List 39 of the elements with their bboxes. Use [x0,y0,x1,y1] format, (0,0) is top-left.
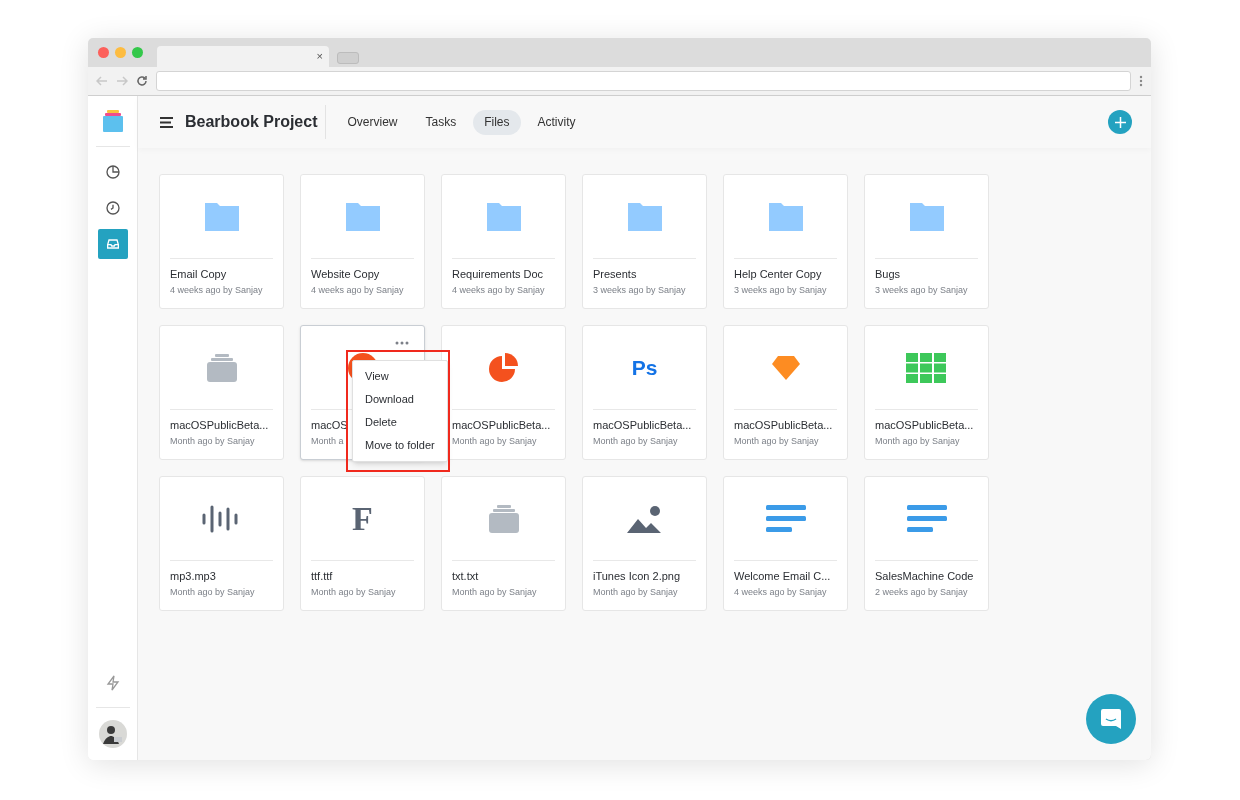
file-name: macOSPublicBeta... [452,418,551,432]
file-name: ttf.ttf [311,569,333,583]
file-name: macOSPublicBeta... [875,418,974,432]
project-title: Bearbook Project [185,112,318,132]
file-name: macOSPublicBeta... [170,418,269,432]
file-name: macOS [311,418,348,432]
photoshop-logo: Ps [631,357,658,378]
file-meta: Month ago by Sanjay [452,435,537,448]
file-meta: Month ago by Sanjay [734,435,819,448]
file-name: Presents [593,267,637,281]
file-name: txt.txt [452,569,479,583]
file-name: SalesMachine Code [875,569,974,583]
file-meta: Month a [311,435,344,448]
file-name: mp3.mp3 [170,569,216,583]
file-meta: 4 weeks ago by Sanjay [734,586,827,599]
file-meta: Month ago by Sanjay [593,586,678,599]
file-name: Requirements Doc [452,267,544,281]
file-meta: Month ago by Sanjay [170,586,255,599]
file-meta: Month ago by Sanjay [170,435,255,448]
file-meta: 2 weeks ago by Sanjay [875,586,968,599]
file-name: macOSPublicBeta... [734,418,833,432]
file-meta: 4 weeks ago by Sanjay [170,284,263,297]
file-name: Help Center Copy [734,267,822,281]
file-name: Email Copy [170,267,227,281]
file-meta: 3 weeks ago by Sanjay [875,284,968,297]
file-name: iTunes Icon 2.png [593,569,681,583]
file-name: Website Copy [311,267,380,281]
file-meta: 3 weeks ago by Sanjay [593,284,686,297]
file-meta: Month ago by Sanjay [875,435,960,448]
font-glyph: F [352,501,373,536]
file-meta: 4 weeks ago by Sanjay [311,284,404,297]
file-name: Bugs [875,267,901,281]
file-meta: Month ago by Sanjay [593,435,678,448]
file-name: macOSPublicBeta... [593,418,692,432]
file-name: Welcome Email C... [734,569,831,583]
file-meta: Month ago by Sanjay [311,586,396,599]
file-meta: Month ago by Sanjay [452,586,537,599]
file-meta: 3 weeks ago by Sanjay [734,284,827,297]
file-meta: 4 weeks ago by Sanjay [452,284,545,297]
